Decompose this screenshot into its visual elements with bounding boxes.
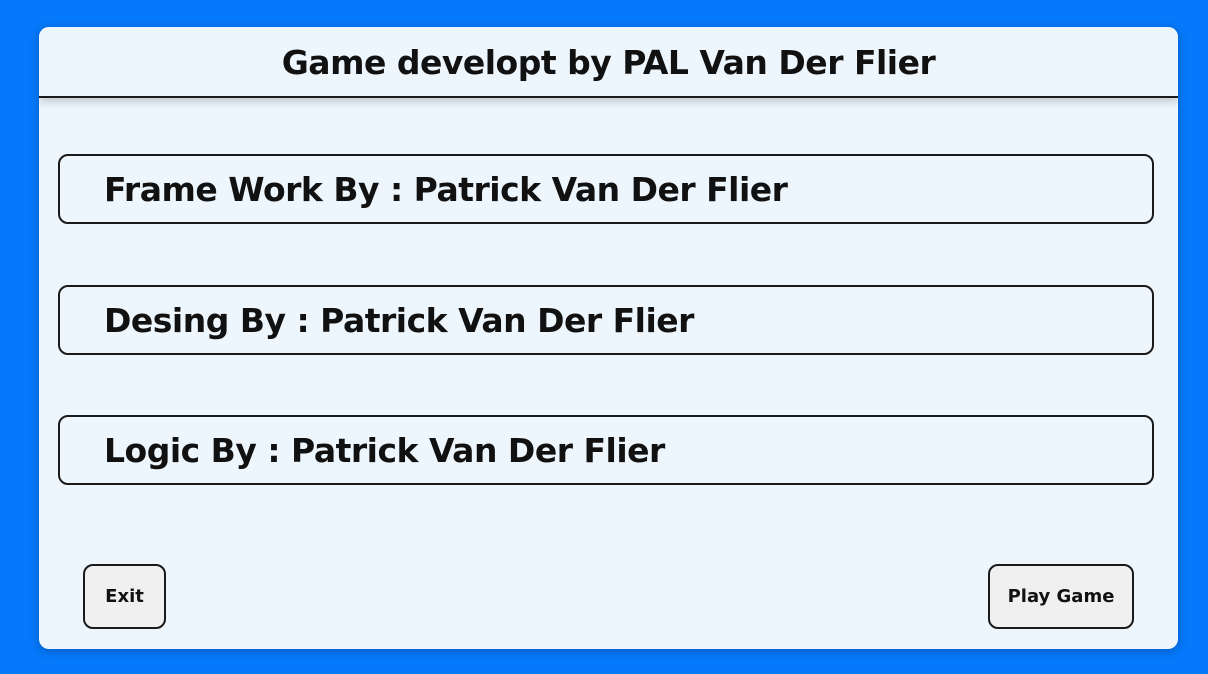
play-game-button[interactable]: Play Game xyxy=(988,564,1134,629)
credit-design-text: Desing By : Patrick Van Der Flier xyxy=(104,300,694,340)
exit-button[interactable]: Exit xyxy=(83,564,166,629)
credit-framework-box: Frame Work By : Patrick Van Der Flier xyxy=(58,154,1154,224)
dialog-header: Game developt by PAL Van Der Flier xyxy=(39,27,1178,98)
dialog-title: Game developt by PAL Van Der Flier xyxy=(281,42,936,82)
credit-design-box: Desing By : Patrick Van Der Flier xyxy=(58,285,1154,355)
credits-dialog: Game developt by PAL Van Der Flier Frame… xyxy=(39,27,1178,649)
credit-logic-box: Logic By : Patrick Van Der Flier xyxy=(58,415,1154,485)
credit-framework-text: Frame Work By : Patrick Van Der Flier xyxy=(104,169,788,209)
credit-logic-text: Logic By : Patrick Van Der Flier xyxy=(104,430,665,470)
